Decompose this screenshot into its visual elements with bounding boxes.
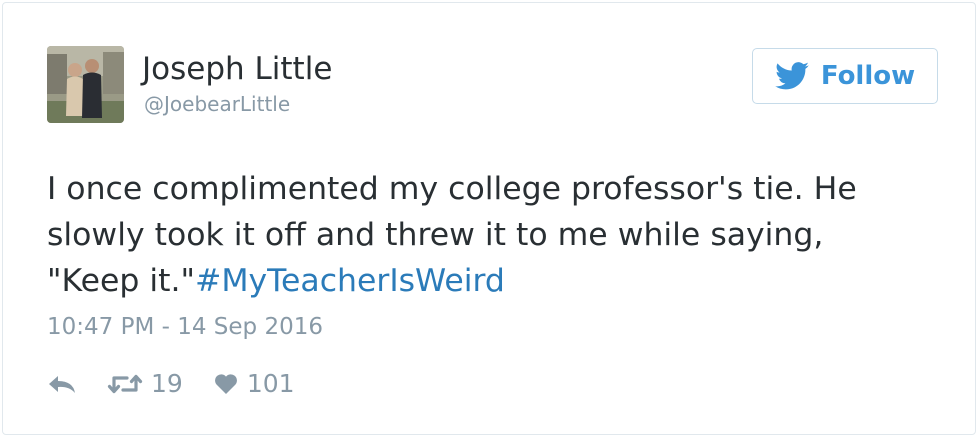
- tweet-text-line: slowly took it off and threw it to me wh…: [47, 217, 824, 253]
- like-count: 101: [246, 369, 295, 398]
- heart-icon: [214, 374, 237, 394]
- tweet-text-line: "Keep it.": [47, 263, 195, 299]
- reply-button[interactable]: [47, 372, 77, 396]
- retweet-button[interactable]: 19: [107, 369, 183, 399]
- author-name[interactable]: Joseph Little: [142, 49, 332, 89]
- reply-icon: [49, 376, 75, 393]
- like-button[interactable]: 101: [213, 369, 295, 399]
- tweet-timestamp[interactable]: 10:47 PM - 14 Sep 2016: [47, 310, 323, 344]
- avatar[interactable]: [47, 46, 124, 123]
- hashtag-link[interactable]: #MyTeacherIsWeird: [195, 263, 505, 299]
- retweet-icon: [107, 374, 143, 394]
- follow-label: Follow: [820, 61, 916, 91]
- author-handle[interactable]: @JoebearLittle: [144, 91, 290, 117]
- tweet-card: Joseph Little @JoebearLittle Follow I on…: [2, 2, 976, 435]
- follow-button[interactable]: Follow: [752, 48, 938, 104]
- tweet-text-line: I once complimented my college professor…: [47, 171, 857, 207]
- tweet-text: I once complimented my college professor…: [47, 166, 947, 304]
- avatar-photo: [47, 46, 124, 123]
- tweet-text-line-last: "Keep it."#MyTeacherIsWeird: [47, 258, 947, 304]
- tweet-actions: 19 101: [47, 363, 295, 405]
- retweet-count: 19: [151, 369, 183, 398]
- twitter-bird-icon: [775, 62, 809, 90]
